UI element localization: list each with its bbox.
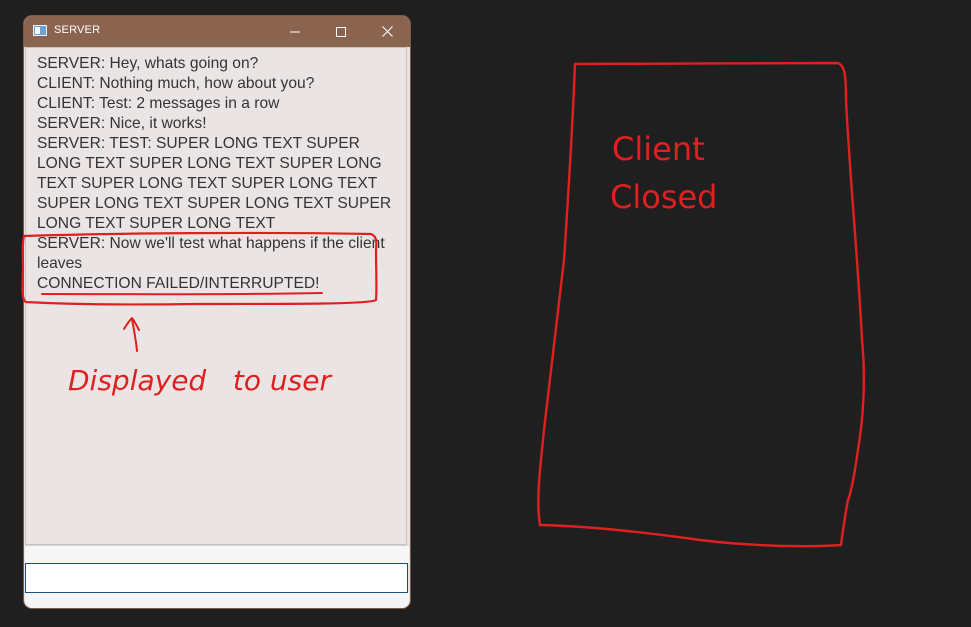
closed-label: Closed xyxy=(610,178,717,216)
message-item: SERVER: Nice, it works! xyxy=(37,115,207,132)
server-window: SERVER SERVER: Hey, whats going on? CLIE… xyxy=(24,16,410,608)
minimize-icon xyxy=(290,31,300,32)
close-button[interactable] xyxy=(364,16,410,47)
app-window-icon xyxy=(33,25,47,36)
title-bar[interactable]: SERVER xyxy=(24,16,410,47)
message-input[interactable] xyxy=(25,563,408,593)
message-item: CLIENT: Nothing much, how about you? xyxy=(37,75,315,92)
bottom-strip xyxy=(25,593,409,608)
message-item: SERVER: TEST: SUPER LONG TEXT SUPER LONG… xyxy=(37,135,392,232)
divider-strip xyxy=(25,545,409,563)
minimize-button[interactable] xyxy=(272,16,318,47)
message-item: SERVER: Hey, whats going on? xyxy=(37,55,259,72)
message-area[interactable]: SERVER: Hey, whats going on? CLIENT: Not… xyxy=(25,47,407,545)
maximize-button[interactable] xyxy=(318,16,364,47)
client-label: Client xyxy=(612,130,705,168)
window-title: SERVER xyxy=(54,24,101,36)
closed-client-outline xyxy=(537,61,866,548)
message-list: SERVER: Hey, whats going on? CLIENT: Not… xyxy=(37,54,403,294)
message-item: SERVER: Now we'll test what happens if t… xyxy=(37,235,385,272)
message-item: CLIENT: Test: 2 messages in a row xyxy=(37,95,280,112)
connection-status-message: CONNECTION FAILED/INTERRUPTED! xyxy=(37,275,320,292)
desktop: SERVER SERVER: Hey, whats going on? CLIE… xyxy=(0,0,971,627)
close-icon xyxy=(381,26,393,37)
maximize-icon xyxy=(336,26,346,37)
